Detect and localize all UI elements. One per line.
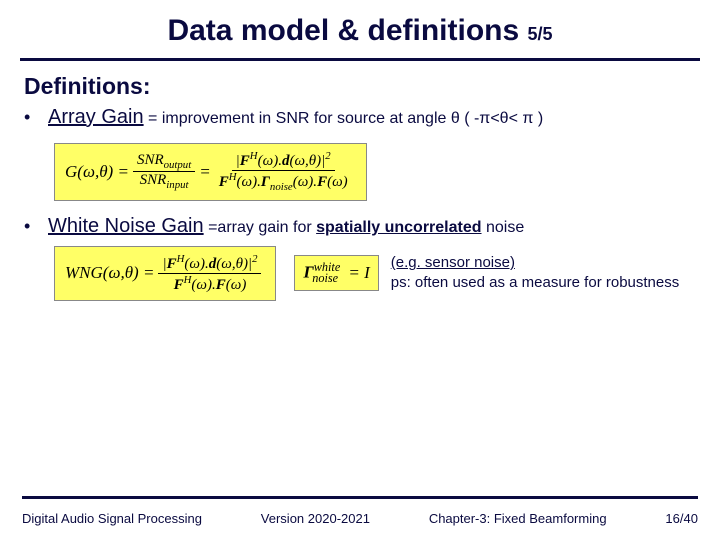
bullet-text: Array Gain = improvement in SNR for sour… xyxy=(48,106,543,129)
formula-gamma-white: Γwhitenoise = I xyxy=(294,255,378,291)
note-robustness: ps: often used as a measure for robustne… xyxy=(391,273,680,293)
bullet-dot-icon: • xyxy=(24,217,38,235)
footer: Digital Audio Signal Processing Version … xyxy=(0,496,720,540)
wng-d-F1: F xyxy=(174,277,184,293)
title-rule xyxy=(20,58,700,61)
ag-d-F2: F xyxy=(317,174,327,190)
wng-d-arg2: (ω) xyxy=(226,277,247,293)
wng-side: Γwhitenoise = I (e.g. sensor noise) ps: … xyxy=(294,253,679,294)
term-array-gain: Array Gain xyxy=(48,106,144,128)
ag-n-arg: (ω). xyxy=(258,153,282,169)
formula-wng: WNG(ω,θ) = |FH(ω).d(ω,θ)|2 FH(ω).F(ω) xyxy=(54,246,276,302)
bullet-white-noise-gain: • White Noise Gain =array gain for spati… xyxy=(24,215,696,238)
bullet-dot-icon: • xyxy=(24,108,38,126)
gb-eq: = I xyxy=(344,263,370,282)
ag-d-F1: F xyxy=(219,174,229,190)
wng-n-sq: 2 xyxy=(252,253,257,265)
ag-d-arg1: (ω). xyxy=(237,174,261,190)
footer-page: 16/40 xyxy=(665,511,698,526)
gb-sub: noise xyxy=(312,271,338,285)
wng-d-F2: F xyxy=(216,277,226,293)
bullet-text: White Noise Gain =array gain for spatial… xyxy=(48,215,524,238)
wng-noise-word: noise xyxy=(482,219,525,236)
ag-num1: SNR xyxy=(137,152,164,168)
wng-frac: |FH(ω).d(ω,θ)|2 FH(ω).F(ω) xyxy=(158,253,261,295)
ag-lhs: G(ω,θ) = xyxy=(65,162,129,182)
ag-snr-frac: SNRoutput SNRinput xyxy=(133,152,195,192)
footer-chapter: Chapter-3: Fixed Beamforming xyxy=(429,511,607,526)
wng-lhs: WNG(ω,θ) = xyxy=(65,263,154,283)
ag-n-sq: 2 xyxy=(325,150,330,162)
ag-main-frac: |FH(ω).d(ω,θ)|2 FH(ω).Γnoise(ω).F(ω) xyxy=(215,150,352,194)
wng-row: WNG(ω,θ) = |FH(ω).d(ω,θ)|2 FH(ω).F(ω) Γw… xyxy=(54,246,696,302)
slide-title: Data model & definitions 5/5 xyxy=(0,0,720,58)
ag-d-arg3: (ω) xyxy=(327,174,348,190)
ag-n-rest: (ω,θ)| xyxy=(289,153,325,169)
ag-den1: SNR xyxy=(140,172,167,188)
ag-n-sup: H xyxy=(250,150,258,162)
ag-mid: = xyxy=(199,162,210,182)
footer-version: Version 2020-2021 xyxy=(261,511,370,526)
formula-array-gain: G(ω,θ) = SNRoutput SNRinput = |FH(ω).d(ω… xyxy=(54,143,367,201)
wng-n-rest: (ω,θ)| xyxy=(216,256,252,272)
wng-n-arg: (ω). xyxy=(184,256,208,272)
bullet-array-gain: • Array Gain = improvement in SNR for so… xyxy=(24,106,696,129)
ag-n-F: F xyxy=(240,153,250,169)
wng-uncorr: spatially uncorrelated xyxy=(316,219,481,236)
wng-desc: =array gain for xyxy=(204,219,317,236)
note-sensor-noise: (e.g. sensor noise) xyxy=(391,253,680,273)
term-white-noise-gain: White Noise Gain xyxy=(48,215,204,237)
content-area: Definitions: • Array Gain = improvement … xyxy=(0,73,720,301)
title-main: Data model & definitions xyxy=(167,14,519,47)
wng-d-arg1: (ω). xyxy=(191,277,215,293)
section-heading: Definitions: xyxy=(24,73,696,100)
wng-notes: (e.g. sensor noise) ps: often used as a … xyxy=(391,253,680,294)
ag-d-gsub: noise xyxy=(270,181,293,193)
ag-den1-sub: input xyxy=(166,179,188,191)
ag-d-G: Γ xyxy=(261,174,270,190)
ag-d-sup1: H xyxy=(229,171,237,183)
wng-n-F: F xyxy=(167,256,177,272)
ag-num1-sub: output xyxy=(164,159,192,171)
footer-rule xyxy=(22,496,698,499)
title-part: 5/5 xyxy=(528,24,553,44)
footer-left: Digital Audio Signal Processing xyxy=(22,511,202,526)
array-gain-desc: = improvement in SNR for source at angle… xyxy=(144,110,544,127)
ag-d-arg2: (ω). xyxy=(293,174,317,190)
